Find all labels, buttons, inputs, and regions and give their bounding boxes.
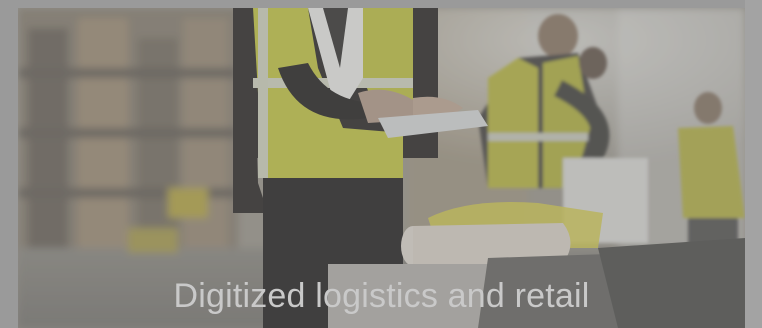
card-caption: Digitized logistics and retail — [173, 277, 590, 315]
adjacent-card-edge — [745, 0, 762, 328]
logistics-retail-card[interactable]: Digitized logistics and retail — [18, 8, 745, 328]
